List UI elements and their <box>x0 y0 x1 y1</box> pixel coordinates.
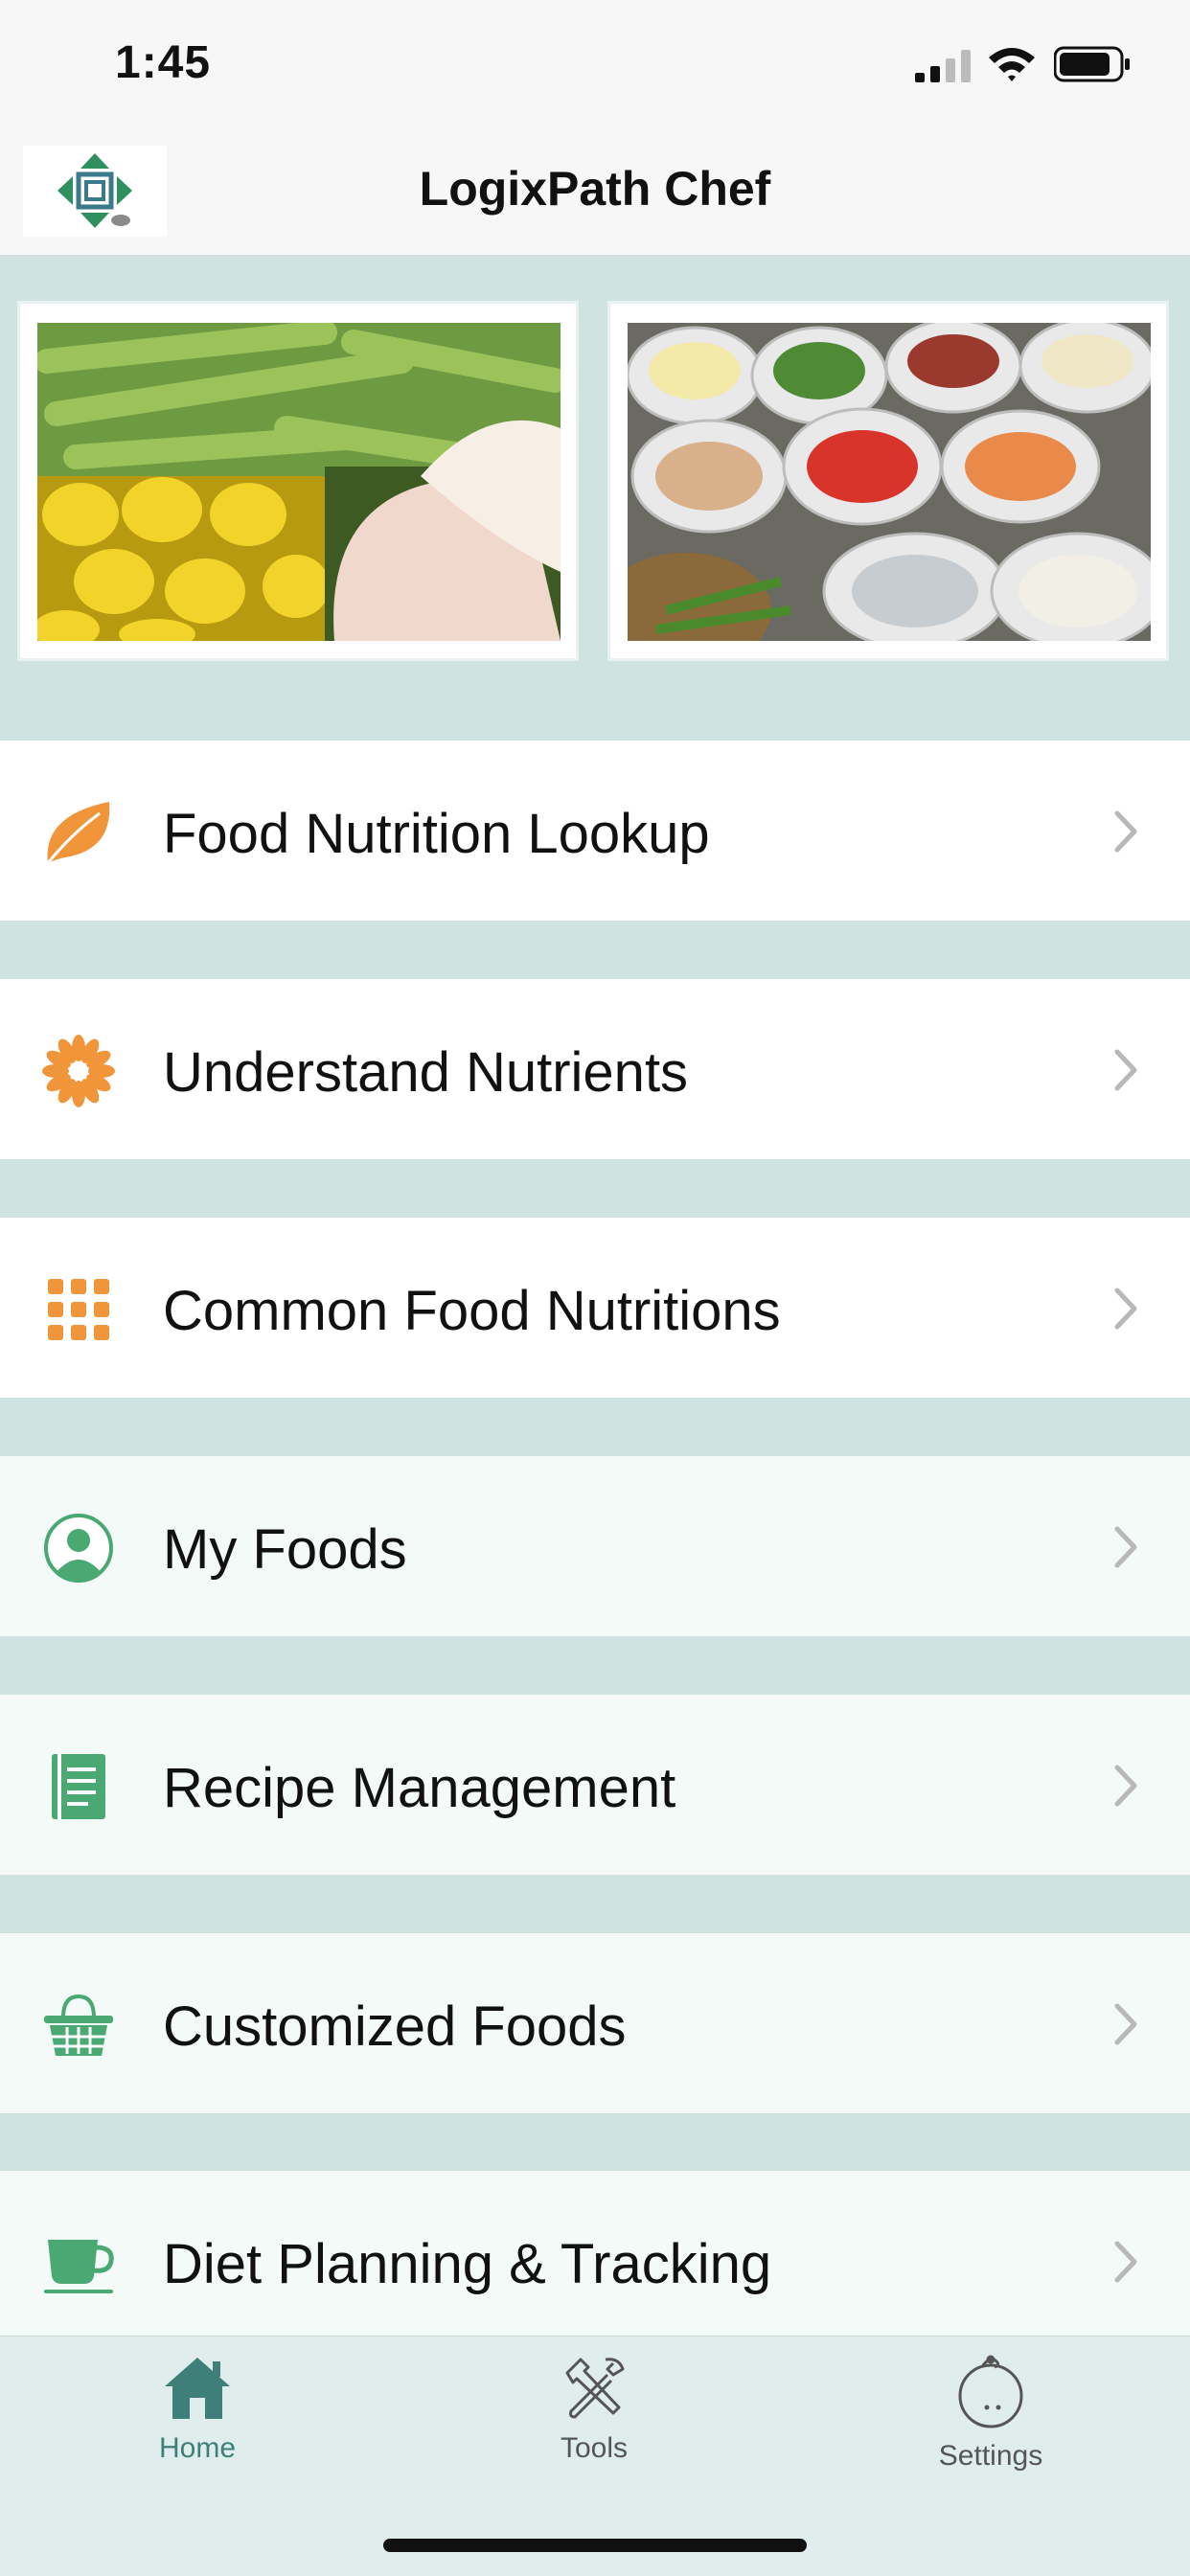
page-title: LogixPath Chef <box>419 162 771 216</box>
flower-icon <box>42 1035 115 1107</box>
menu-item-label: Food Nutrition Lookup <box>163 803 710 865</box>
banner-photo-prep-bowls <box>607 301 1169 661</box>
tab-tools-label: Tools <box>560 2432 629 2464</box>
menu-item-label: Diet Planning & Tracking <box>163 2233 772 2295</box>
menu-item-diet-planning-tracking[interactable]: Diet Planning & Tracking <box>0 2171 1190 2351</box>
document-icon <box>52 1754 105 1819</box>
banner <box>0 257 1190 741</box>
basket-icon <box>44 1994 113 2056</box>
wifi-icon <box>989 48 1035 81</box>
grid-icon <box>48 1279 109 1340</box>
menu-item-recipe-management[interactable]: Recipe Management <box>0 1695 1190 1875</box>
menu-item-common-food-nutritions[interactable]: Common Food Nutritions <box>0 1218 1190 1398</box>
chevron-right-icon <box>1114 1526 1137 1568</box>
chevron-right-icon <box>1114 1288 1137 1330</box>
tools-icon <box>565 2358 625 2419</box>
menu-item-label: My Foods <box>163 1518 407 1581</box>
menu-item-my-foods[interactable]: My Foods <box>0 1456 1190 1636</box>
cellular-signal-icon <box>915 50 971 82</box>
leaf-icon <box>46 802 110 864</box>
tab-settings-label: Settings <box>938 2440 1043 2472</box>
menu-item-food-nutrition-lookup[interactable]: Food Nutrition Lookup <box>0 741 1190 921</box>
battery-icon <box>1054 46 1130 82</box>
chevron-right-icon <box>1114 1765 1137 1807</box>
person-icon <box>44 1514 113 1583</box>
tab-tools[interactable]: Tools <box>498 2354 690 2465</box>
home-indicator[interactable] <box>383 2539 807 2552</box>
menu-item-label: Understand Nutrients <box>163 1041 689 1104</box>
chevron-right-icon <box>1114 810 1137 853</box>
tab-settings[interactable]: Settings <box>895 2354 1087 2473</box>
menu-item-label: Customized Foods <box>163 1995 627 2058</box>
home-icon <box>165 2358 230 2419</box>
menu-item-label: Common Food Nutritions <box>163 1280 781 1342</box>
tab-home-label: Home <box>158 2432 237 2464</box>
settings-face-icon <box>958 2355 1023 2428</box>
cup-icon <box>44 2240 114 2293</box>
status-time: 1:45 <box>115 37 212 88</box>
status-bar: 1:45 <box>0 0 1190 125</box>
chevron-right-icon <box>1114 2003 1137 2045</box>
chevron-right-icon <box>1114 2241 1137 2283</box>
chevron-right-icon <box>1114 1049 1137 1091</box>
menu-item-customized-foods[interactable]: Customized Foods <box>0 1933 1190 2113</box>
banner-photo-vegetables <box>17 301 579 661</box>
menu-item-understand-nutrients[interactable]: Understand Nutrients <box>0 979 1190 1159</box>
navigation-bar: LogixPath Chef <box>0 125 1190 257</box>
tab-home[interactable]: Home <box>102 2354 293 2465</box>
menu-item-label: Recipe Management <box>163 1757 676 1819</box>
